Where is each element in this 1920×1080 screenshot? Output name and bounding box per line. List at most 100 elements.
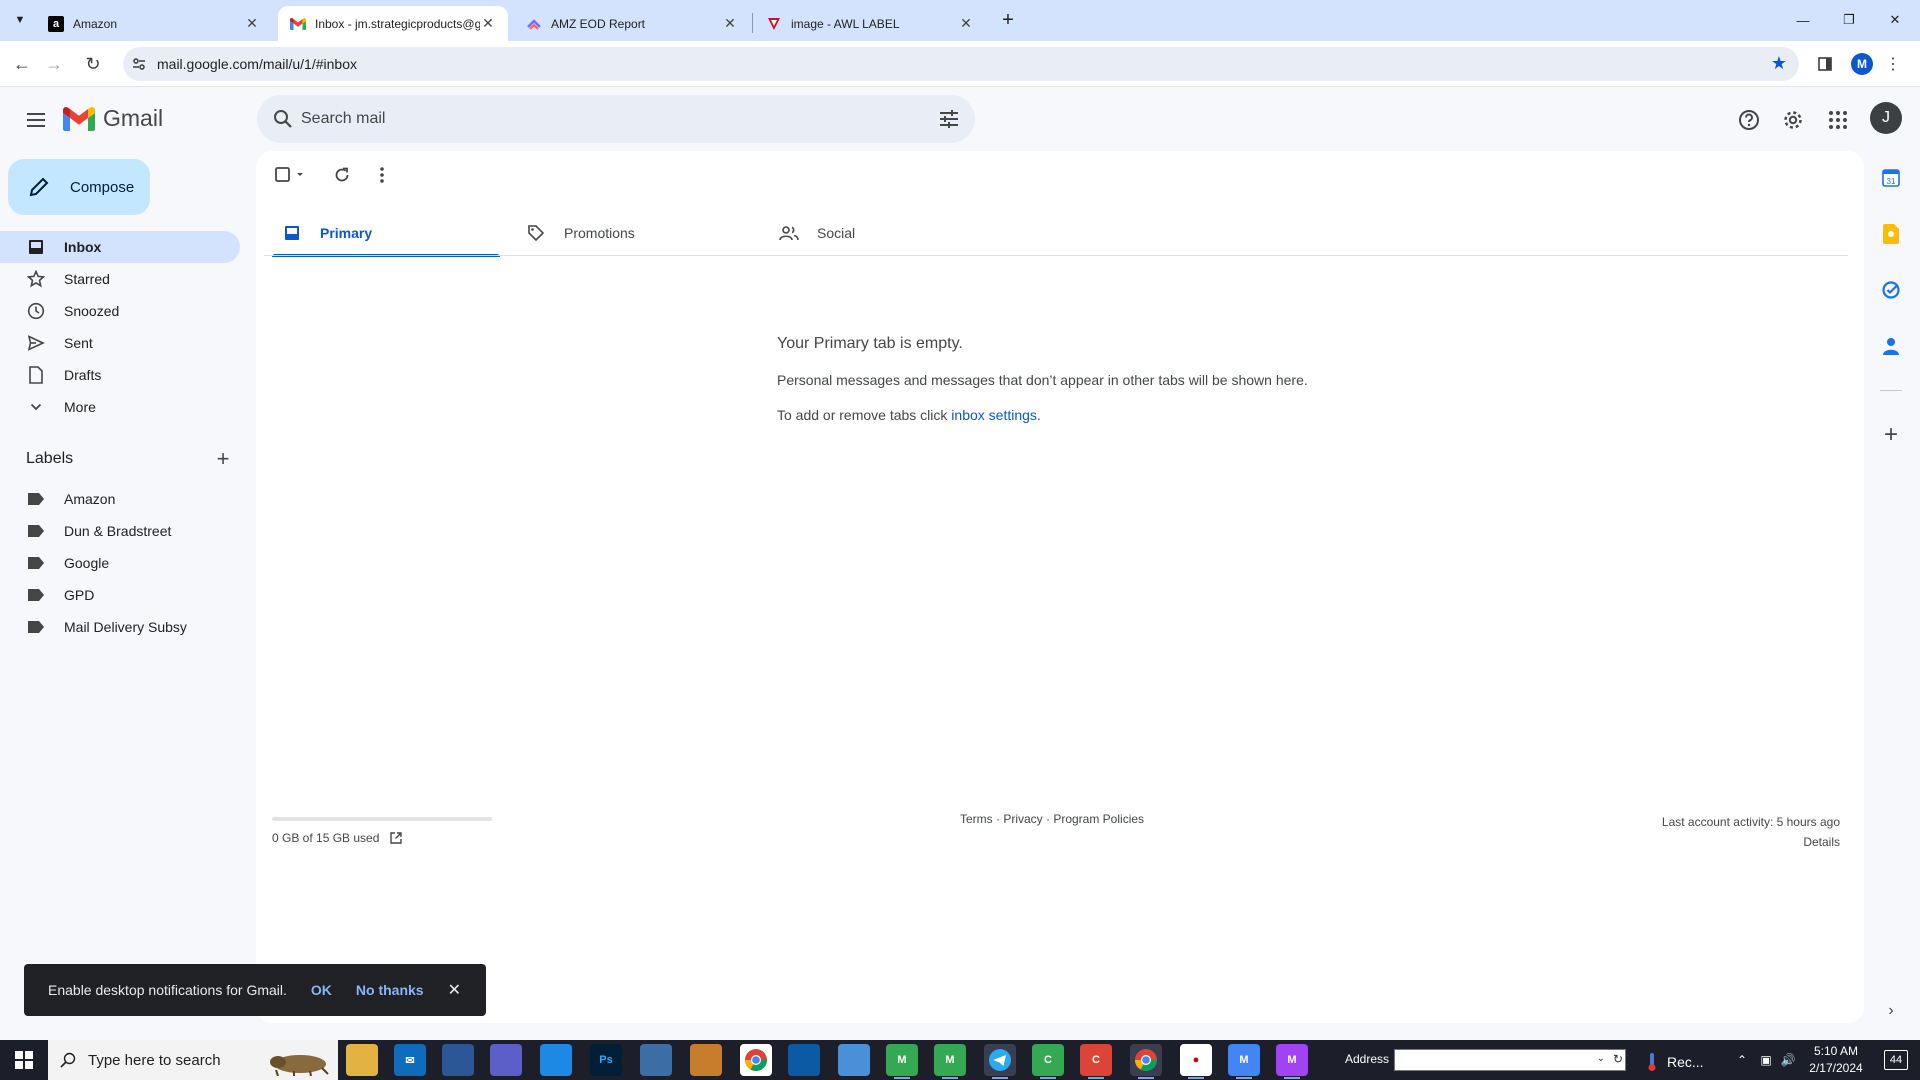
search-input[interactable] bbox=[299, 95, 899, 143]
new-tab-plus-icon[interactable]: + bbox=[995, 8, 1021, 34]
create-label-plus-icon[interactable]: + bbox=[211, 448, 235, 472]
browser-menu-kebab-icon[interactable]: ⋮ bbox=[1880, 51, 1906, 77]
nav-item-more[interactable]: More bbox=[0, 391, 240, 423]
chrome-profile-icon[interactable]: M bbox=[934, 1044, 966, 1079]
label-item-dun-bradstreet[interactable]: Dun & Bradstreet bbox=[0, 515, 240, 547]
chrome-active-icon[interactable] bbox=[1130, 1044, 1162, 1079]
tasks-icon[interactable] bbox=[1879, 278, 1903, 302]
chrome-profile-icon[interactable]: M bbox=[1228, 1044, 1260, 1079]
select-all-checkbox[interactable] bbox=[274, 163, 310, 187]
dropdown-chevron-icon[interactable]: ⌄ bbox=[1597, 1053, 1605, 1064]
browser-tab-awl-label[interactable]: image - AWL LABEL ✕ bbox=[754, 6, 986, 41]
chrome-icon[interactable]: C bbox=[1080, 1044, 1112, 1079]
taskbar-clock[interactable]: 5:10 AM 2/17/2024 bbox=[1800, 1043, 1872, 1077]
site-info-icon[interactable] bbox=[131, 56, 147, 72]
chrome-profile-icon[interactable]: M bbox=[1276, 1044, 1308, 1079]
photoshop-icon[interactable]: Ps bbox=[590, 1044, 622, 1076]
app-hex-icon[interactable] bbox=[490, 1044, 522, 1076]
tab-promotions[interactable]: Promotions bbox=[508, 209, 744, 257]
search-icon[interactable] bbox=[271, 107, 295, 131]
address-toolbar-input[interactable]: ⌄ ↻ bbox=[1394, 1049, 1626, 1071]
main-panel: Primary Promotions Social Your Primary t… bbox=[256, 151, 1864, 1023]
refresh-go-icon[interactable]: ↻ bbox=[1613, 1052, 1623, 1066]
forward-arrow-icon[interactable]: → bbox=[40, 50, 68, 78]
search-bar bbox=[257, 95, 975, 143]
label-item-google[interactable]: Google bbox=[0, 547, 240, 579]
tab-primary[interactable]: Primary bbox=[264, 209, 500, 257]
restore-icon[interactable]: ❐ bbox=[1826, 6, 1872, 34]
chrome-profile-icon[interactable]: M bbox=[886, 1044, 918, 1079]
chrome-icon[interactable]: C bbox=[1032, 1044, 1064, 1079]
snackbar-close-icon[interactable]: ✕ bbox=[448, 980, 461, 1000]
label-item-amazon[interactable]: Amazon bbox=[0, 483, 240, 515]
edge-icon[interactable] bbox=[788, 1044, 820, 1076]
store-app-icon[interactable] bbox=[442, 1044, 474, 1076]
bookmark-star-icon[interactable]: ★ bbox=[1771, 53, 1787, 74]
minimize-icon[interactable]: — bbox=[1780, 6, 1826, 34]
address-bar[interactable]: mail.google.com/mail/u/1/#inbox ★ bbox=[123, 47, 1799, 81]
calendar-icon[interactable]: 31 bbox=[1879, 166, 1903, 190]
more-options-kebab-icon[interactable] bbox=[370, 163, 394, 187]
snackbar-no-thanks-button[interactable]: No thanks bbox=[356, 982, 424, 998]
network-icon[interactable]: ▣ bbox=[1757, 1051, 1775, 1069]
chrome-icon[interactable] bbox=[740, 1044, 772, 1076]
main-menu-hamburger-icon[interactable] bbox=[20, 104, 52, 136]
calculator-icon[interactable] bbox=[640, 1044, 672, 1076]
contacts-icon[interactable] bbox=[1879, 334, 1903, 358]
snackbar-ok-button[interactable]: OK bbox=[311, 982, 332, 998]
telegram-icon[interactable] bbox=[984, 1044, 1016, 1079]
snackbar-message: Enable desktop notifications for Gmail. bbox=[48, 982, 287, 998]
storage-usage-bar bbox=[272, 817, 492, 821]
tab-close-icon[interactable]: ✕ bbox=[244, 15, 260, 32]
browser-profile-avatar[interactable]: M bbox=[1849, 51, 1875, 77]
side-panel-icon[interactable] bbox=[1812, 51, 1838, 77]
show-hidden-icons-chevron-icon[interactable]: ⌃ bbox=[1733, 1051, 1751, 1069]
windows-start-icon[interactable] bbox=[0, 1040, 48, 1080]
notification-center-icon[interactable]: 44 bbox=[1884, 1050, 1908, 1070]
get-addons-plus-icon[interactable]: + bbox=[1879, 421, 1903, 448]
nav-item-inbox[interactable]: Inbox bbox=[0, 231, 240, 263]
window-close-icon[interactable]: ✕ bbox=[1872, 6, 1918, 34]
footer-policy-links[interactable]: Terms · Privacy · Program Policies bbox=[960, 812, 1144, 826]
help-icon[interactable] bbox=[1733, 104, 1765, 136]
browser-tab-amz-eod[interactable]: AMZ EOD Report ✕ bbox=[514, 6, 750, 41]
nav-item-drafts[interactable]: Drafts bbox=[0, 359, 240, 391]
app-doc-icon[interactable] bbox=[838, 1044, 870, 1076]
inbox-settings-link[interactable]: inbox settings bbox=[951, 407, 1037, 423]
compose-button[interactable]: Compose bbox=[8, 159, 150, 215]
gmail-logo[interactable]: Gmail bbox=[63, 105, 163, 132]
remote-desktop-icon[interactable] bbox=[540, 1044, 572, 1076]
account-avatar[interactable]: J bbox=[1870, 102, 1902, 134]
label-item-gpd[interactable]: GPD bbox=[0, 579, 240, 611]
settings-gear-icon[interactable] bbox=[1777, 104, 1809, 136]
show-side-panel-chevron-icon[interactable]: › bbox=[1879, 999, 1903, 1023]
back-arrow-icon[interactable]: ← bbox=[8, 50, 36, 78]
app-red-badge-icon[interactable]: ● bbox=[1180, 1044, 1212, 1079]
refresh-icon[interactable] bbox=[330, 163, 354, 187]
tab-search-chevron-icon[interactable]: ▼ bbox=[8, 8, 32, 32]
tab-close-icon[interactable]: ✕ bbox=[480, 15, 496, 32]
tray-recording-app[interactable]: Rec... bbox=[1645, 1052, 1704, 1072]
tag-icon bbox=[526, 223, 546, 243]
open-external-icon[interactable] bbox=[389, 831, 403, 845]
tab-close-icon[interactable]: ✕ bbox=[722, 15, 738, 32]
file-explorer-icon[interactable] bbox=[346, 1044, 378, 1076]
compose-label: Compose bbox=[70, 178, 135, 196]
mail-app-icon[interactable]: ✉ bbox=[394, 1044, 426, 1076]
taskbar-search-box[interactable]: Type here to search bbox=[48, 1040, 338, 1080]
activity-details-link[interactable]: Details bbox=[1662, 832, 1840, 852]
label-item-mail-delivery[interactable]: Mail Delivery Subsy bbox=[0, 611, 240, 643]
tab-social[interactable]: Social bbox=[761, 209, 997, 257]
nav-item-sent[interactable]: Sent bbox=[0, 327, 240, 359]
search-options-tune-icon[interactable] bbox=[937, 107, 961, 131]
nav-item-starred[interactable]: Starred bbox=[0, 263, 240, 295]
reload-icon[interactable]: ↻ bbox=[79, 50, 107, 78]
app-orange-icon[interactable] bbox=[690, 1044, 722, 1076]
keep-icon[interactable] bbox=[1879, 222, 1903, 246]
browser-tab-inbox[interactable]: Inbox - jm.strategicproducts@g ✕ bbox=[278, 6, 508, 41]
tab-close-icon[interactable]: ✕ bbox=[958, 15, 974, 32]
google-apps-grid-icon[interactable] bbox=[1822, 104, 1854, 136]
browser-tab-amazon[interactable]: a Amazon ✕ bbox=[36, 6, 272, 41]
volume-icon[interactable]: 🔊 bbox=[1779, 1051, 1797, 1069]
nav-item-snoozed[interactable]: Snoozed bbox=[0, 295, 240, 327]
